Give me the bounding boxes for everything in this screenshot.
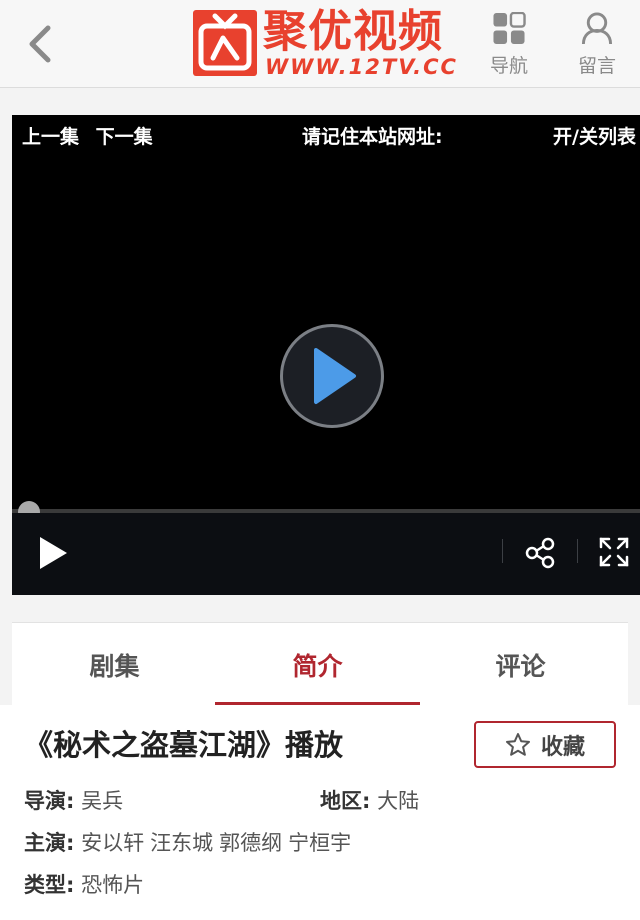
tab-episodes[interactable]: 剧集	[12, 623, 217, 706]
video-info: 《秘术之盗墓江湖》播放 收藏 导演: 吴兵 地区: 大陆 主演: 安以轩 汪东城郭…	[0, 705, 640, 920]
cast-list: 安以轩 汪东城 郭德纲 宁桓宇	[81, 831, 357, 855]
logo-emblem	[193, 10, 257, 76]
nav-label: 导航	[489, 55, 528, 77]
fullscreen-icon	[599, 537, 629, 567]
play-icon	[40, 537, 67, 569]
site-url-note: 请记住本站网址:	[302, 126, 443, 148]
director-key: 导演:	[24, 789, 75, 813]
tab-comments[interactable]: 评论	[418, 623, 623, 706]
region-value: 大陆	[377, 789, 420, 813]
genre-value[interactable]: 恐怖片	[81, 873, 144, 897]
cast-member[interactable]: 汪东城	[150, 831, 213, 855]
user-icon	[581, 12, 613, 45]
cast-member[interactable]: 郭德纲	[219, 831, 282, 855]
genre-row: 类型: 恐怖片	[24, 871, 144, 899]
cast-row: 主演: 安以轩 汪东城 郭德纲 宁桓宇	[24, 829, 357, 857]
favorite-button[interactable]: 收藏	[474, 721, 616, 768]
cast-key: 主演:	[24, 831, 75, 855]
logo-title: 聚优视频	[263, 6, 443, 57]
next-episode-link[interactable]: 下一集	[96, 126, 153, 148]
share-icon	[525, 537, 555, 569]
star-icon	[505, 732, 530, 756]
video-player[interactable]: 上一集 下一集 请记住本站网址: 开/关列表	[12, 115, 640, 595]
fullscreen-button[interactable]	[599, 537, 629, 567]
tab-synopsis[interactable]: 简介	[215, 623, 420, 706]
chevron-left-icon	[29, 25, 51, 63]
genre-key: 类型:	[24, 873, 75, 897]
director-row: 导演: 吴兵	[24, 787, 123, 815]
cast-member[interactable]: 宁桓宇	[288, 831, 351, 855]
director-value: 吴兵	[81, 789, 124, 813]
control-bar	[12, 513, 640, 595]
list-toggle-button[interactable]: 开/关列表	[553, 125, 636, 149]
header: 聚优视频 WWW.12TV.CC 导航 留言	[0, 0, 640, 88]
logo-subtitle: WWW.12TV.CC	[265, 55, 458, 79]
control-divider	[502, 539, 503, 563]
prev-episode-link[interactable]: 上一集	[22, 126, 79, 148]
nav-button[interactable]: 导航	[481, 12, 537, 78]
grid-icon	[493, 12, 526, 45]
message-button[interactable]: 留言	[569, 12, 625, 78]
back-button[interactable]	[22, 22, 58, 66]
region-row: 地区: 大陆	[320, 787, 419, 815]
control-divider	[577, 539, 578, 563]
region-key: 地区:	[320, 789, 371, 813]
big-play-button[interactable]	[280, 324, 384, 428]
play-button[interactable]	[34, 535, 70, 571]
site-logo[interactable]: 聚优视频 WWW.12TV.CC	[193, 6, 456, 78]
message-label: 留言	[577, 55, 616, 77]
play-icon	[314, 348, 356, 404]
share-button[interactable]	[524, 537, 556, 569]
tv-icon	[198, 13, 252, 71]
favorite-label: 收藏	[540, 734, 585, 760]
cast-member[interactable]: 安以轩	[81, 831, 144, 855]
episode-nav: 上一集 下一集	[22, 125, 153, 149]
page-title: 《秘术之盗墓江湖》播放	[24, 728, 344, 762]
detail-tabs: 剧集 简介 评论	[12, 622, 628, 706]
